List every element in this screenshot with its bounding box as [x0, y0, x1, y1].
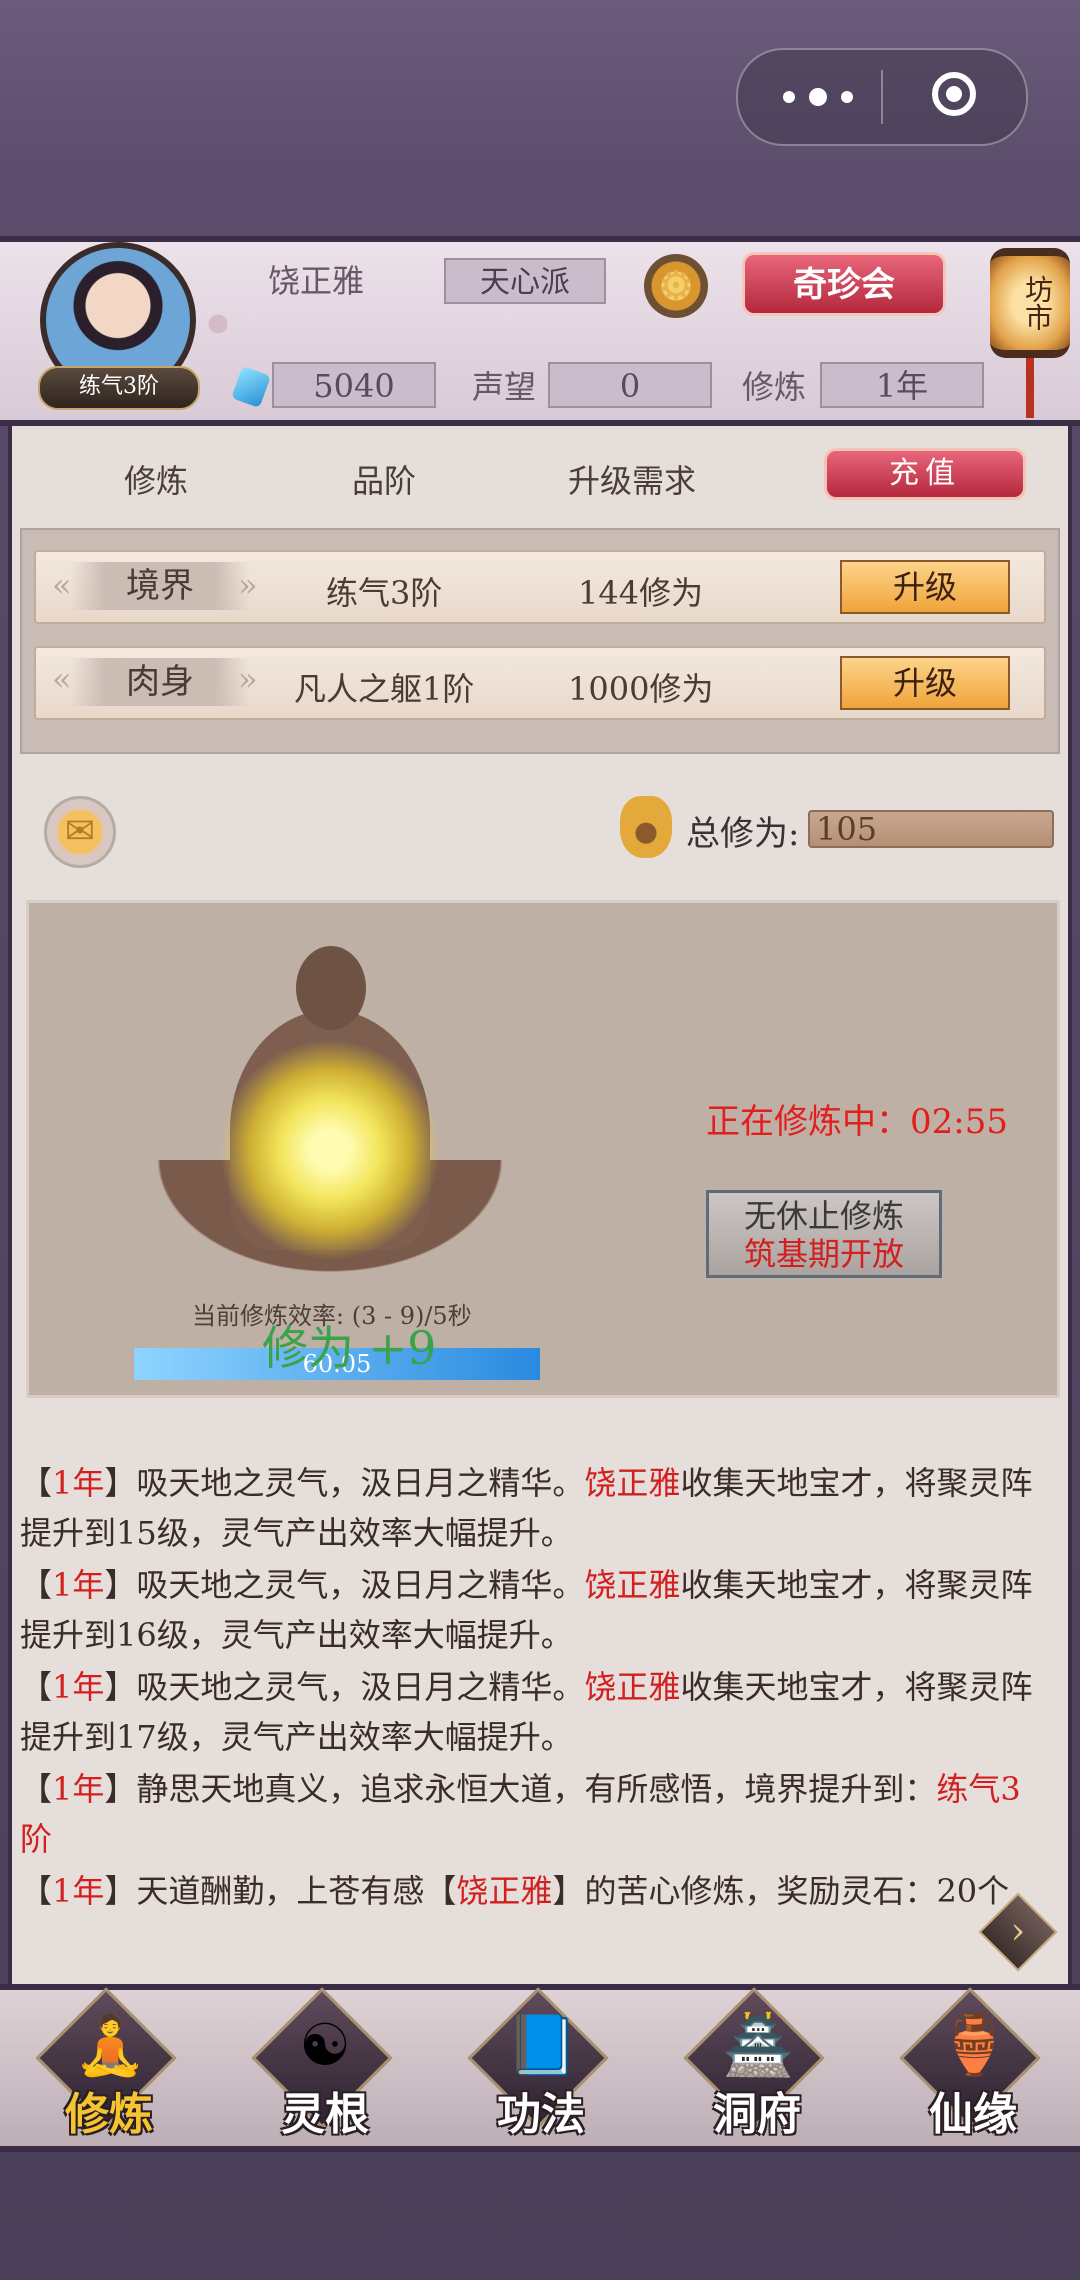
cultivation-gain: 修为 +9: [262, 1321, 437, 1375]
spirit-stone-count: 5040: [272, 362, 436, 408]
more-menu-button[interactable]: [783, 78, 853, 116]
total-cultivation-value: 105: [808, 810, 1054, 848]
realm-level: 练气3阶: [326, 574, 443, 612]
reputation-value: 0: [548, 362, 712, 408]
log-entry: 【1年】吸天地之灵气，汲日月之精华。饶正雅收集天地宝才，将聚灵阵提升到17级，灵…: [20, 1668, 1033, 1756]
column-header-cultivate: 修炼: [124, 462, 189, 500]
reputation-label: 声望: [472, 368, 537, 406]
lantern-tassel: [1026, 358, 1034, 418]
chevron-right-icon: »: [238, 660, 258, 698]
mail-icon[interactable]: ✉: [44, 796, 116, 868]
column-header-requirement: 升级需求: [568, 462, 697, 500]
endless-cultivation-label: 无休止修炼: [743, 1197, 904, 1235]
cultivation-area: [26, 900, 1060, 1398]
upgrade-realm-button[interactable]: 升级: [840, 560, 1010, 614]
log-entry: 【1年】吸天地之灵气，汲日月之精华。饶正雅收集天地宝才，将聚灵阵提升到16级，灵…: [20, 1566, 1033, 1654]
nav-item-cave[interactable]: 🏯 洞府: [682, 1987, 832, 2146]
upgrade-label-realm: 境界: [70, 562, 250, 610]
upgrade-label-body: 肉身: [70, 658, 250, 706]
sect-name: 天心派: [444, 258, 606, 304]
chevron-left-icon: «: [52, 566, 72, 604]
total-cultivation-label: 总修为:: [686, 814, 800, 854]
body-level: 凡人之躯1阶: [294, 670, 475, 708]
money-bag-icon: [620, 796, 672, 858]
realm-badge: 练气3阶: [38, 366, 200, 410]
market-lantern-button[interactable]: 坊市: [990, 248, 1070, 358]
book-icon: 📘: [506, 2011, 579, 2079]
event-log: 【1年】吸天地之灵气，汲日月之精华。饶正雅收集天地宝才，将聚灵阵提升到15级，灵…: [20, 1458, 1050, 1918]
gourd-icon: 🏺: [938, 2011, 1011, 2079]
body-requirement: 1000修为: [568, 670, 714, 708]
more-dot-icon: [783, 91, 795, 103]
nav-item-destiny[interactable]: 🏺 仙缘: [898, 1987, 1048, 2146]
nav-label-destiny: 仙缘: [929, 2089, 1017, 2140]
close-miniprogram-icon[interactable]: [932, 72, 976, 116]
cultivation-label: 修炼: [742, 368, 807, 406]
more-dot-icon: [809, 88, 827, 106]
nav-label-spirit-root: 灵根: [281, 2089, 369, 2140]
nav-item-cultivate[interactable]: 🧘 修炼: [34, 1987, 184, 2146]
mini-program-capsule: [736, 48, 1028, 146]
cultivation-status: 正在修炼中：02:55: [706, 1102, 1008, 1142]
chevron-left-icon: «: [52, 660, 72, 698]
endless-cultivation-unlock: 筑基期开放: [743, 1235, 904, 1273]
log-entry: 【1年】静思天地真义，追求永恒大道，有所感悟，境界提升到：练气3阶: [20, 1770, 1021, 1858]
recharge-button[interactable]: 充值: [824, 448, 1026, 500]
chevron-right-icon: ›: [1010, 1911, 1026, 1952]
yinyang-icon: ☯: [299, 2011, 351, 2079]
log-entry: 【1年】天道酬勤，上苍有感【饶正雅】的苦心修炼，奖励灵石：20个: [20, 1872, 1010, 1910]
realm-requirement: 144修为: [578, 574, 704, 612]
golden-aura-effect: [220, 1040, 440, 1260]
cultivation-years: 1年: [820, 362, 984, 408]
pagoda-icon: 🏯: [722, 2011, 795, 2079]
endless-cultivation-button[interactable]: 无休止修炼 筑基期开放: [706, 1190, 942, 1278]
monk-icon: 🧘: [74, 2011, 147, 2079]
nav-label-cave: 洞府: [713, 2089, 801, 2140]
qizhen-button[interactable]: 奇珍会: [742, 252, 946, 316]
nav-label-cultivate: 修炼: [65, 2089, 153, 2140]
chevron-right-icon: »: [238, 566, 258, 604]
log-entry: 【1年】吸天地之灵气，汲日月之精华。饶正雅收集天地宝才，将聚灵阵提升到15级，灵…: [20, 1464, 1033, 1552]
nav-item-spirit-root[interactable]: ☯ 灵根: [250, 1987, 400, 2146]
meditating-figure-head: [296, 946, 366, 1030]
player-name: 饶正雅: [268, 262, 365, 300]
gear-icon[interactable]: ⚙: [644, 254, 708, 318]
column-header-grade: 品阶: [352, 462, 417, 500]
upgrade-body-button[interactable]: 升级: [840, 656, 1010, 710]
nav-item-technique[interactable]: 📘 功法: [466, 1987, 616, 2146]
capsule-divider: [881, 70, 883, 124]
nav-label-technique: 功法: [497, 2089, 585, 2140]
more-dot-icon: [841, 91, 853, 103]
